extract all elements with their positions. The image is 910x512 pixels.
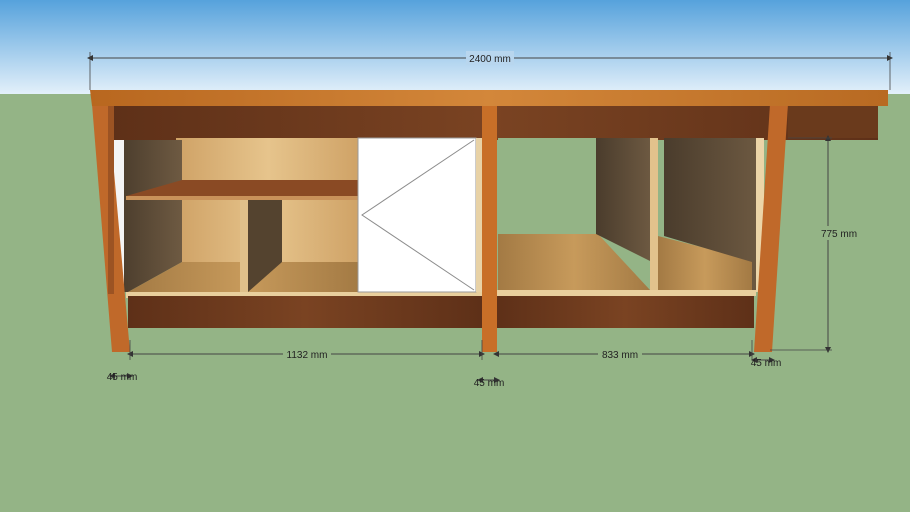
dim-overall-width-label: 2400 mm xyxy=(469,54,511,65)
leg-middle xyxy=(482,104,497,352)
dim-leg-right-label: 45 mm xyxy=(751,358,782,369)
tabletop-surface xyxy=(90,90,888,106)
door-side-edge xyxy=(476,138,482,292)
right-bay-divider xyxy=(650,138,658,290)
right-bay-opening xyxy=(498,138,598,234)
bottom-apron-left xyxy=(128,296,482,328)
tabletop-overhang xyxy=(788,106,878,138)
dim-leg-left: 45 mm xyxy=(107,372,138,383)
dim-leg-middle-label: 45 mm xyxy=(474,378,505,389)
door-panel[interactable] xyxy=(357,137,482,293)
dim-height-label: 775 mm xyxy=(821,229,857,240)
dim-leg-middle: 45 mm xyxy=(474,377,505,389)
left-bay-divider xyxy=(240,200,248,292)
dim-leg-right: 45 mm xyxy=(751,357,782,369)
dim-leg-left-label: 45 mm xyxy=(107,372,138,383)
left-bay-shelf-edge xyxy=(126,196,360,200)
bottom-apron-right xyxy=(496,296,754,328)
dim-left-bay-label: 1132 mm xyxy=(287,350,328,361)
door-face[interactable] xyxy=(357,137,477,293)
right-bay xyxy=(496,138,764,296)
sketchup-viewport[interactable]: 2400 mm 775 mm 1132 mm 833 mm 45 mm 45 m… xyxy=(0,0,910,512)
right-bay-bottom-rail xyxy=(496,290,756,296)
dim-right-bay-label: 833 mm xyxy=(602,350,638,361)
leg-left-face xyxy=(108,104,114,294)
sky xyxy=(0,0,910,94)
